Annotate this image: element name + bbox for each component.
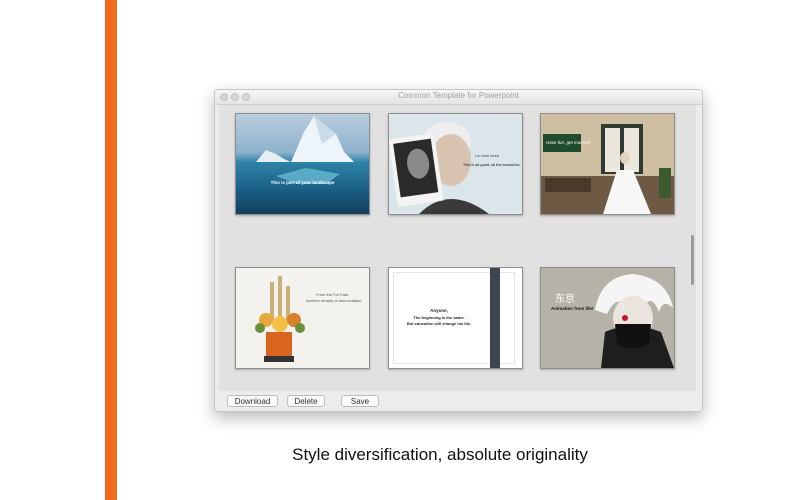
template-thumb-wedding[interactable]: Have fun, get married! bbox=[540, 113, 675, 215]
template-text-1: Let time keep bbox=[475, 153, 500, 158]
template-thumb-landscape[interactable]: This is part of your landscape bbox=[235, 113, 370, 215]
template-text-2: This is all good, all the memories. bbox=[463, 163, 521, 167]
anime-character-image bbox=[595, 274, 674, 368]
template-text-2: Another beauty of annunciation. bbox=[306, 298, 363, 303]
template-text-1: From the Far East, bbox=[316, 292, 350, 297]
wedding-image bbox=[541, 114, 674, 214]
delete-button[interactable]: Delete bbox=[287, 395, 325, 407]
template-thumb-text[interactable]: Anyone, The beginning is the same. But e… bbox=[388, 267, 523, 369]
dark-stripe bbox=[490, 268, 500, 368]
title-bar: Common Template for Powerpoint bbox=[215, 90, 702, 105]
bottom-toolbar: Download Delete Save bbox=[215, 391, 702, 411]
app-window: Common Template for Powerpoint This is p… bbox=[214, 89, 703, 412]
window-title: Common Template for Powerpoint bbox=[398, 91, 519, 100]
download-button[interactable]: Download bbox=[227, 395, 278, 407]
flower-arrangement-image bbox=[255, 276, 305, 362]
iceberg-image bbox=[256, 116, 354, 184]
template-text-1: Anyone, bbox=[430, 308, 448, 313]
template-gallery: This is part of your landscape Let time … bbox=[219, 105, 696, 391]
caption-text: Style diversification, absolute original… bbox=[292, 445, 588, 464]
orange-accent-bar bbox=[105, 0, 117, 500]
template-text: This is part of your landscape bbox=[270, 180, 335, 185]
template-text-2: The beginning is the same. bbox=[413, 315, 465, 320]
template-text-1: 东京 bbox=[555, 294, 575, 305]
template-thumb-anime[interactable]: 东京 Animation from life! bbox=[540, 267, 675, 369]
template-thumb-portrait[interactable]: Let time keep This is all good, all the … bbox=[388, 113, 523, 215]
template-text-2: Animation from life! bbox=[551, 306, 594, 311]
template-text-3: But education will change his life. bbox=[406, 321, 472, 326]
template-thumb-flowers[interactable]: From the Far East, Another beauty of ann… bbox=[235, 267, 370, 369]
template-text: Have fun, get married! bbox=[546, 140, 591, 145]
vertical-scrollbar[interactable] bbox=[691, 235, 694, 285]
save-button[interactable]: Save bbox=[341, 395, 379, 407]
